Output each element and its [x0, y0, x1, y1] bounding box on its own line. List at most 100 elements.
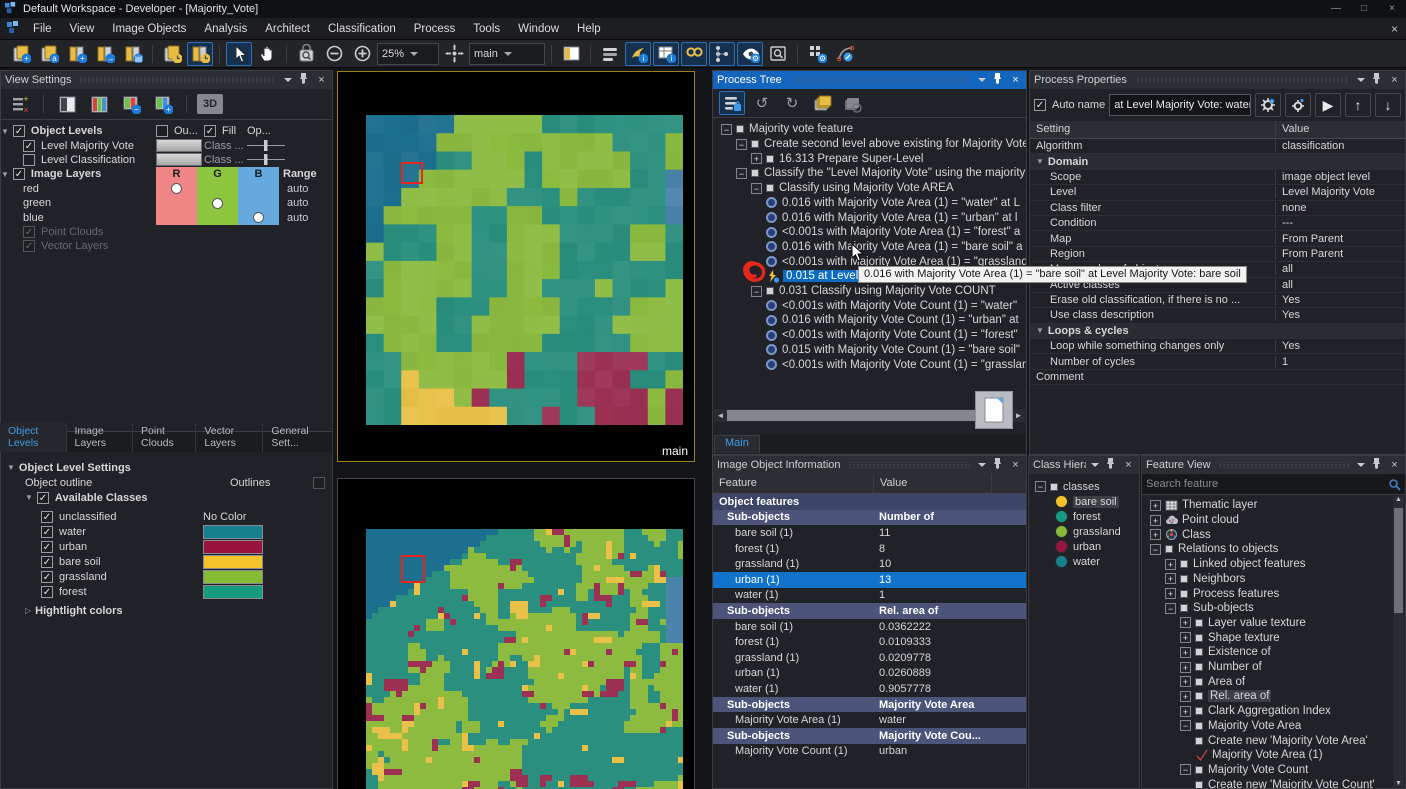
process-row[interactable]: −Classify using Majority Vote AREA — [713, 181, 1026, 196]
zoom-level-select[interactable]: 25% — [377, 43, 439, 65]
menu-classification[interactable]: Classification — [319, 18, 405, 40]
feature-tree-row[interactable]: +Process features — [1142, 586, 1393, 601]
feature-tree-row[interactable]: +Shape texture — [1142, 630, 1393, 645]
cursor-tool-button[interactable] — [226, 42, 252, 66]
feature-tree-row[interactable]: +Neighbors — [1142, 572, 1393, 587]
open-workspace-button[interactable]: a — [36, 42, 62, 66]
minimize-button[interactable]: — — [1322, 0, 1350, 18]
setting-value[interactable]: --- — [1275, 217, 1405, 229]
class-color-swatch[interactable] — [203, 585, 263, 599]
menu-image-objects[interactable]: Image Objects — [103, 18, 195, 40]
search-icon[interactable] — [1388, 478, 1401, 491]
image-view-settings-button[interactable] — [187, 42, 213, 66]
image-layers-checkbox[interactable]: ✓ — [13, 168, 25, 180]
column-header-value[interactable]: Value — [873, 474, 991, 493]
process-row[interactable]: −Create second level above existing for … — [713, 137, 1026, 152]
process-row[interactable]: 0.016 with Majority Vote Area (1) = "urb… — [713, 210, 1026, 225]
menu-tools[interactable]: Tools — [464, 18, 509, 40]
class-visible-checkbox[interactable]: ✓ — [41, 571, 53, 583]
class-color-mode[interactable]: Class ... — [204, 140, 244, 152]
auto-name-checkbox[interactable]: ✓ — [1034, 99, 1046, 111]
collapse-icon[interactable]: − — [1180, 764, 1191, 775]
property-row[interactable]: Erase old classification, if there is no… — [1030, 293, 1405, 308]
scroll-thumb[interactable] — [727, 410, 977, 421]
property-row[interactable]: Use class descriptionYes — [1030, 308, 1405, 323]
level-color-swatch[interactable] — [156, 153, 202, 166]
tab-main[interactable]: Main — [714, 435, 760, 453]
feature-row[interactable]: forest (1)8 — [713, 541, 1026, 557]
feature-row[interactable]: bare soil (1)0.0362222 — [713, 619, 1026, 635]
grid-settings-button[interactable]: ⚙ — [804, 42, 830, 66]
collapse-icon[interactable]: ▼ — [1, 127, 9, 136]
channel-radio-selected[interactable] — [171, 183, 182, 194]
collapse-icon[interactable]: − — [751, 183, 762, 194]
menu-view[interactable]: View — [61, 18, 104, 40]
process-tree-toggle-button[interactable]: i — [625, 42, 651, 66]
zoom-bag-button[interactable] — [293, 42, 319, 66]
page-icon-button[interactable] — [975, 391, 1013, 429]
collapse-icon[interactable]: − — [736, 139, 747, 150]
range-value[interactable]: auto — [287, 183, 308, 195]
process-row[interactable]: 0.016 with Majority Vote Count (1) = "ur… — [713, 313, 1026, 328]
feature-tree-row[interactable]: Create new 'Majority Vote Count' — [1142, 777, 1393, 788]
setting-value[interactable]: From Parent — [1275, 248, 1405, 260]
collapse-icon[interactable]: − — [736, 168, 747, 179]
search-feature-input[interactable]: Search feature — [1146, 478, 1388, 490]
feature-tree-row[interactable]: Create new 'Majority Vote Area' — [1142, 733, 1393, 748]
split-window-button[interactable] — [558, 42, 584, 66]
property-row[interactable]: Scopeimage object level — [1030, 170, 1405, 185]
menu-architect[interactable]: Architect — [256, 18, 319, 40]
channel-cell-g[interactable] — [197, 196, 238, 210]
view-name-select[interactable]: main — [469, 43, 545, 65]
panel-menu-icon[interactable] — [978, 78, 986, 82]
collapse-icon[interactable]: − — [751, 286, 762, 297]
collapse-icon[interactable]: − — [1150, 544, 1161, 555]
add-layer-view-icon[interactable]: + — [150, 92, 176, 116]
pin-icon[interactable] — [1104, 458, 1117, 473]
class-color-swatch[interactable] — [203, 525, 263, 539]
process-row[interactable]: −Classify the "Level Majority Vote" usin… — [713, 166, 1026, 181]
feature-row[interactable]: grassland (1)10 — [713, 556, 1026, 572]
undo-button[interactable]: ↺ — [749, 91, 775, 115]
create-project-button[interactable]: + — [8, 42, 34, 66]
collapse-icon[interactable]: − — [721, 124, 732, 135]
property-row[interactable]: MapFrom Parent — [1030, 231, 1405, 246]
channel-cell-b[interactable] — [238, 196, 279, 210]
image-view-button[interactable] — [159, 42, 185, 66]
property-row[interactable]: Loop while something changes onlyYes — [1030, 339, 1405, 354]
expand-icon[interactable]: + — [1180, 676, 1191, 687]
expand-icon[interactable]: + — [1180, 647, 1191, 658]
class-visible-checkbox[interactable]: ✓ — [41, 556, 53, 568]
pin-icon[interactable] — [991, 73, 1004, 88]
collapse-icon[interactable]: ▼ — [7, 463, 15, 472]
feature-tree-row[interactable]: +Layer value texture — [1142, 616, 1393, 631]
pin-icon[interactable] — [297, 73, 310, 88]
map-view-main[interactable]: main — [337, 71, 695, 462]
channel-cell-g[interactable] — [197, 210, 238, 224]
property-row[interactable]: LevelLevel Majority Vote — [1030, 185, 1405, 200]
class-hierarchy-toggle-button[interactable] — [681, 42, 707, 66]
class-item[interactable]: bare soil — [1029, 494, 1139, 509]
close-panel-icon[interactable]: × — [1388, 73, 1401, 87]
channel-cell-b[interactable] — [238, 210, 279, 224]
expand-icon[interactable]: + — [751, 153, 762, 164]
property-row[interactable]: RegionFrom Parent — [1030, 247, 1405, 262]
feature-row[interactable]: urban (1)13 — [713, 572, 1026, 588]
feature-row[interactable]: water (1)0.9057778 — [713, 681, 1026, 697]
classes-root-row[interactable]: −classes — [1029, 479, 1139, 494]
opacity-slider[interactable] — [247, 140, 285, 151]
copy-column-button[interactable]: ▤ — [120, 42, 146, 66]
pin-icon[interactable] — [1370, 73, 1383, 88]
remove-layer-view-icon[interactable]: − — [118, 92, 144, 116]
fill-checkbox[interactable]: ✓ — [204, 125, 216, 137]
setting-value[interactable]: 1 — [1275, 356, 1405, 368]
feature-tree-row[interactable]: +Area of — [1142, 674, 1393, 689]
expand-icon[interactable]: + — [1180, 662, 1191, 673]
drag-grip[interactable] — [790, 77, 970, 83]
single-layer-view-icon[interactable] — [54, 92, 80, 116]
zoom-out-button[interactable] — [321, 42, 347, 66]
opacity-slider[interactable] — [247, 154, 285, 165]
class-visible-checkbox[interactable]: ✓ — [41, 511, 53, 523]
move-down-button[interactable]: ↓ — [1375, 93, 1401, 117]
menu-file[interactable]: File — [24, 18, 61, 40]
